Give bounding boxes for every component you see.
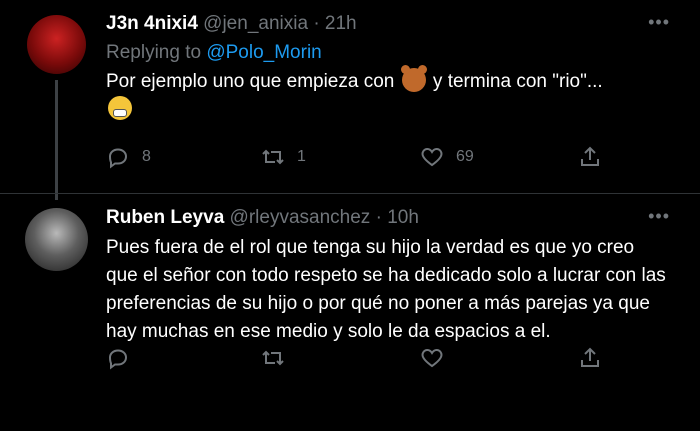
reply-count: 8 xyxy=(142,148,151,165)
more-icon[interactable]: ••• xyxy=(648,12,670,33)
tweet-text: Por ejemplo uno que empieza con y termin… xyxy=(106,65,700,124)
retweet-button[interactable] xyxy=(261,346,297,370)
reply-icon xyxy=(108,148,128,169)
like-count: 69 xyxy=(456,148,474,165)
display-name[interactable]: J3n 4nixi4 xyxy=(106,13,198,34)
share-icon xyxy=(581,146,599,166)
timestamp[interactable]: 10h xyxy=(387,207,419,228)
heart-icon xyxy=(421,348,443,368)
like-button[interactable] xyxy=(420,346,456,370)
tweet-actions: 8 1 69 xyxy=(106,145,606,171)
avatar[interactable] xyxy=(27,15,86,74)
timestamp[interactable]: 21h xyxy=(325,13,357,34)
user-handle[interactable]: @rleyvasanchez xyxy=(230,207,371,228)
tweet-text-part2: y termina con "rio"... xyxy=(432,71,603,92)
user-handle[interactable]: @jen_anixia xyxy=(203,13,308,34)
reply-icon xyxy=(108,349,128,370)
tweet-header: Ruben Leyva @rleyvasanchez · 10h xyxy=(106,206,700,230)
tweet-rleyvasanchez[interactable]: Ruben Leyva @rleyvasanchez · 10h ••• Pue… xyxy=(0,193,700,431)
bear-face-icon xyxy=(400,65,427,92)
reply-button[interactable]: 8 xyxy=(106,145,151,169)
tweet-actions xyxy=(106,346,606,372)
tweet-text-part1: Por ejemplo uno que empieza con xyxy=(106,71,395,92)
like-button[interactable]: 69 xyxy=(420,145,474,169)
retweet-icon xyxy=(262,149,284,165)
replying-to: Replying to @Polo_Morin xyxy=(106,42,700,64)
tweet-jen-anixia[interactable]: J3n 4nixi4 @jen_anixia · 21h ••• Replyin… xyxy=(0,0,700,200)
replying-to-label: Replying to xyxy=(106,42,202,63)
more-icon[interactable]: ••• xyxy=(648,206,670,227)
retweet-icon xyxy=(262,350,284,366)
reply-button[interactable] xyxy=(106,346,142,370)
separator-dot: · xyxy=(375,207,382,228)
retweet-count: 1 xyxy=(297,148,306,165)
display-name[interactable]: Ruben Leyva xyxy=(106,207,224,228)
retweet-button[interactable]: 1 xyxy=(261,145,306,169)
thread-connector-line xyxy=(55,80,58,200)
share-icon xyxy=(581,347,599,367)
share-button[interactable] xyxy=(578,346,602,370)
grimacing-face-icon xyxy=(108,96,132,120)
separator-dot: · xyxy=(313,13,320,34)
heart-icon xyxy=(421,147,443,167)
tweet-text: Pues fuera de el rol que tenga su hijo l… xyxy=(106,237,666,342)
avatar[interactable] xyxy=(25,208,88,271)
share-button[interactable] xyxy=(578,145,602,169)
replying-to-handle-link[interactable]: @Polo_Morin xyxy=(206,42,321,63)
tweet-header: J3n 4nixi4 @jen_anixia · 21h xyxy=(106,12,700,36)
